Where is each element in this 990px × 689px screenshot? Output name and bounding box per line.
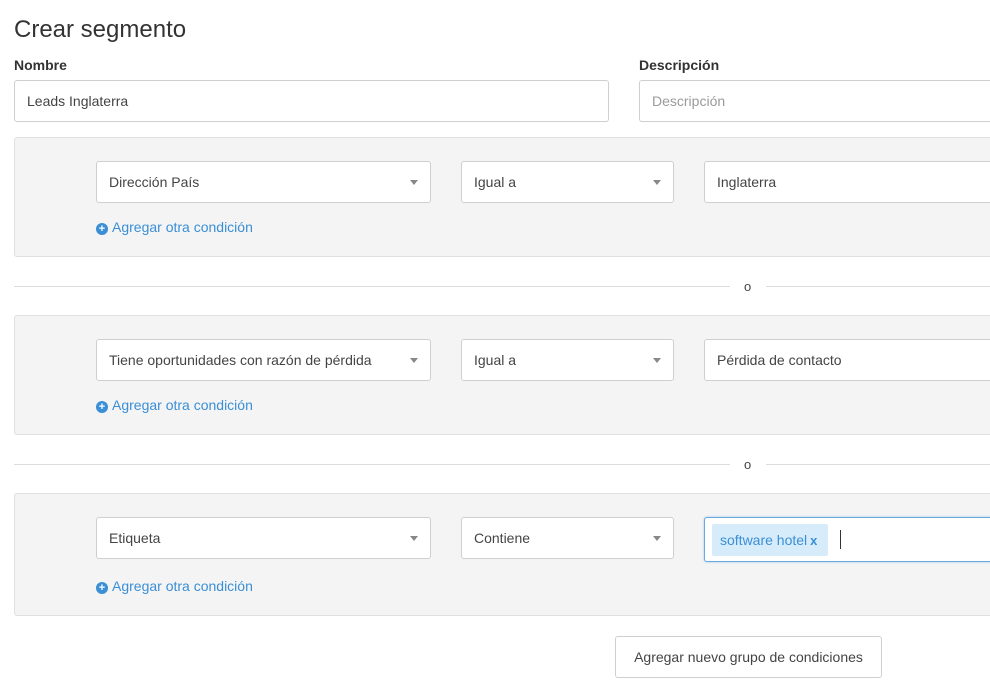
- chevron-down-icon: [410, 358, 418, 363]
- field-select[interactable]: Etiqueta: [96, 517, 431, 559]
- add-condition-label: Agregar otra condición: [112, 397, 253, 413]
- remove-tag-icon[interactable]: x: [810, 533, 817, 548]
- plus-circle-icon: +: [96, 223, 108, 235]
- add-condition-label: Agregar otra condición: [112, 578, 253, 594]
- tag-chip: software hotel x: [712, 524, 829, 556]
- divider-line: [14, 464, 730, 465]
- tag-label: software hotel: [720, 532, 808, 548]
- chevron-down-icon: [653, 536, 661, 541]
- add-condition-link[interactable]: + Agregar otra condición: [96, 578, 253, 594]
- operator-select[interactable]: Contiene: [461, 517, 674, 559]
- chevron-down-icon: [653, 180, 661, 185]
- divider-line: [766, 464, 990, 465]
- name-input[interactable]: [14, 80, 609, 122]
- create-segment-page: Crear segmento Nombre Descripción Direcc…: [0, 0, 990, 689]
- divider-line: [766, 286, 990, 287]
- value-input[interactable]: Pérdida de contacto: [704, 339, 990, 381]
- field-select-value: Etiqueta: [109, 530, 161, 546]
- description-input[interactable]: [639, 80, 990, 122]
- field-select[interactable]: Tiene oportunidades con razón de pérdida: [96, 339, 431, 381]
- or-divider: o: [14, 457, 990, 472]
- page-title: Crear segmento: [14, 16, 187, 43]
- operator-select[interactable]: Igual a: [461, 161, 674, 203]
- operator-select-value: Igual a: [474, 174, 517, 190]
- plus-circle-icon: +: [96, 582, 108, 594]
- add-condition-group-button[interactable]: Agregar nuevo grupo de condiciones: [615, 636, 882, 678]
- add-condition-link[interactable]: + Agregar otra condición: [96, 397, 253, 413]
- field-select[interactable]: Dirección País: [96, 161, 431, 203]
- divider-line: [14, 286, 730, 287]
- chevron-down-icon: [653, 358, 661, 363]
- tag-input[interactable]: software hotel x: [704, 517, 990, 562]
- value-input[interactable]: Inglaterra: [704, 161, 990, 203]
- plus-circle-icon: +: [96, 401, 108, 413]
- operator-select-value: Contiene: [474, 530, 531, 546]
- condition-group-1: Dirección País Igual a Inglaterra + Agreg…: [14, 137, 990, 257]
- or-label: o: [744, 457, 752, 472]
- or-label: o: [744, 279, 752, 294]
- or-divider: o: [14, 279, 990, 294]
- field-select-value: Dirección País: [109, 174, 200, 190]
- name-label: Nombre: [14, 57, 67, 73]
- chevron-down-icon: [410, 536, 418, 541]
- add-condition-label: Agregar otra condición: [112, 219, 253, 235]
- text-cursor: [840, 530, 841, 549]
- add-condition-link[interactable]: + Agregar otra condición: [96, 219, 253, 235]
- condition-group-2: Tiene oportunidades con razón de pérdida…: [14, 315, 990, 435]
- chevron-down-icon: [410, 180, 418, 185]
- description-label: Descripción: [639, 57, 720, 73]
- condition-group-3: Etiqueta Contiene software hotel x + Agreg…: [14, 493, 990, 616]
- field-select-value: Tiene oportunidades con razón de pérdida: [109, 352, 372, 368]
- operator-select[interactable]: Igual a: [461, 339, 674, 381]
- operator-select-value: Igual a: [474, 352, 517, 368]
